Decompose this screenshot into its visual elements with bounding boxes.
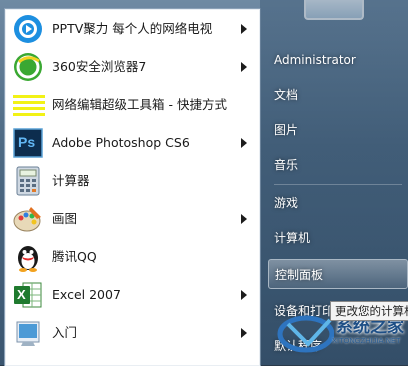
360-browser-icon <box>13 52 43 82</box>
music-link[interactable]: 音乐 <box>268 150 408 180</box>
submenu-arrow-icon <box>241 138 247 148</box>
qq-icon <box>13 242 43 272</box>
program-label: 计算器 <box>52 173 90 188</box>
submenu-arrow-icon <box>241 328 247 338</box>
separator <box>274 184 402 185</box>
program-360-browser[interactable]: 360安全浏览器7 <box>5 48 260 86</box>
pictures-link[interactable]: 图片 <box>268 115 408 145</box>
program-label: Adobe Photoshop CS6 <box>52 135 190 150</box>
excel-icon: X <box>13 280 43 310</box>
submenu-arrow-icon <box>241 24 247 34</box>
program-qq[interactable]: 腾讯QQ <box>5 238 260 276</box>
program-getting-started[interactable]: 入门 <box>5 314 260 352</box>
program-label: Excel 2007 <box>52 287 121 302</box>
program-label: PPTV聚力 每个人的网络电视 <box>52 21 213 36</box>
program-label: 入门 <box>52 325 78 340</box>
paint-icon <box>13 204 43 234</box>
submenu-arrow-icon <box>241 290 247 300</box>
program-list: PPTV聚力 每个人的网络电视 360安全浏览器7 网络编辑超级工具箱 - 快捷… <box>4 8 261 366</box>
program-paint[interactable]: 画图 <box>5 200 260 238</box>
pptv-icon <box>13 14 43 44</box>
program-label: 360安全浏览器7 <box>52 59 147 74</box>
program-label: 腾讯QQ <box>52 249 97 264</box>
submenu-arrow-icon <box>241 62 247 72</box>
control-panel-link[interactable]: 控制面板 <box>268 259 408 289</box>
photoshop-icon: Ps <box>13 128 43 158</box>
program-toolbox[interactable]: 网络编辑超级工具箱 - 快捷方式 <box>5 86 260 124</box>
program-label: 画图 <box>52 211 78 226</box>
toolbox-icon <box>13 90 45 120</box>
start-menu: PPTV聚力 每个人的网络电视 360安全浏览器7 网络编辑超级工具箱 - 快捷… <box>0 0 408 366</box>
program-calculator[interactable]: 计算器 <box>5 162 260 200</box>
documents-link[interactable]: 文档 <box>268 80 408 110</box>
calculator-icon <box>13 166 43 196</box>
program-label: 网络编辑超级工具箱 - 快捷方式 <box>52 97 227 112</box>
program-photoshop[interactable]: Ps Adobe Photoshop CS6 <box>5 124 260 162</box>
getting-started-icon <box>13 318 43 348</box>
watermark-url: XITONGZHIJIA.NET <box>332 336 401 345</box>
user-name-link[interactable]: Administrator <box>268 45 408 75</box>
photoshop-badge: Ps <box>18 134 36 150</box>
program-pptv[interactable]: PPTV聚力 每个人的网络电视 <box>5 10 260 48</box>
games-link[interactable]: 游戏 <box>268 188 408 218</box>
watermark-logo-icon <box>277 315 335 353</box>
program-excel[interactable]: X Excel 2007 <box>5 276 260 314</box>
submenu-arrow-icon <box>241 214 247 224</box>
tooltip: 更改您的计算机 <box>330 301 408 321</box>
excel-badge: X <box>17 287 26 302</box>
computer-link[interactable]: 计算机 <box>268 223 408 253</box>
